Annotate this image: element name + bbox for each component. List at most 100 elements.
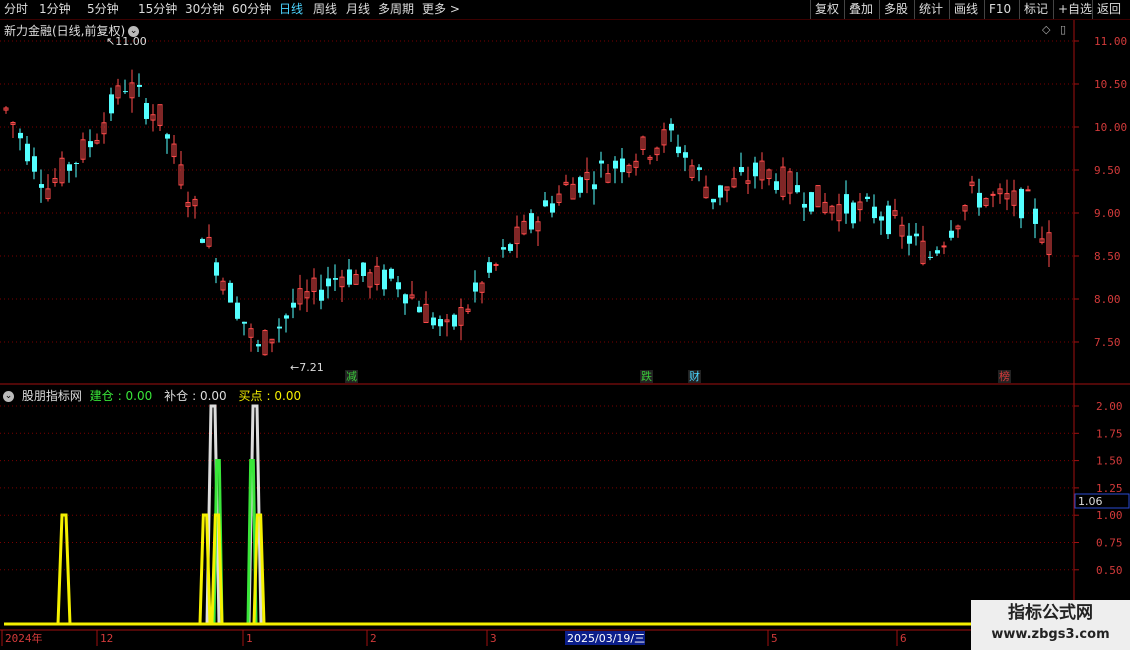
candle-body <box>165 134 170 139</box>
candle-body <box>949 230 954 238</box>
candle-body <box>487 262 492 273</box>
candle-body <box>452 314 457 327</box>
candle-body <box>865 196 870 200</box>
candle-body <box>802 203 807 208</box>
candle-body <box>753 162 758 177</box>
watermark-title: 指标公式网 <box>1008 603 1093 623</box>
indicator-tick-label: 0.50 <box>1096 564 1123 577</box>
candle-body <box>277 326 282 329</box>
candle-body <box>879 216 884 221</box>
candle-body <box>256 344 261 347</box>
candle-body <box>137 84 142 87</box>
candle-body <box>941 245 947 248</box>
candle-body <box>473 282 478 292</box>
price-tick-label: 10.50 <box>1094 78 1127 91</box>
time-tick-label: 3 <box>490 632 497 645</box>
candle-body <box>977 192 982 208</box>
candle-body <box>25 143 30 162</box>
candle-body <box>403 294 408 304</box>
watermark: 指标公式网 www.zbgs3.com <box>971 600 1130 650</box>
candle-body <box>39 184 44 188</box>
candle-body <box>613 160 618 169</box>
event-marker[interactable]: 财 <box>688 370 701 383</box>
indicator-tick-label: 1.00 <box>1096 509 1123 522</box>
candle-body <box>886 205 891 235</box>
price-low-label: ←7.21 <box>290 361 324 374</box>
current-value-label: 1.06 <box>1078 495 1103 508</box>
price-tick-label: 9.00 <box>1094 207 1121 220</box>
time-tick-label: 12 <box>100 632 113 645</box>
candle-body <box>718 185 723 198</box>
price-high-label: ↖11.00 <box>106 35 147 48</box>
watermark-url: www.zbgs3.com <box>991 627 1110 642</box>
candle-body <box>872 206 877 219</box>
candle-body <box>683 152 688 158</box>
candle-body <box>711 198 716 203</box>
candle-body <box>914 233 919 237</box>
time-tick-label: 2024年 <box>5 631 43 645</box>
candle-body <box>1019 188 1024 219</box>
candle-body <box>396 282 401 290</box>
candle-body <box>809 192 814 212</box>
candle-body <box>214 262 219 276</box>
candle-body <box>620 158 625 173</box>
indicator-tick-label: 2.00 <box>1096 400 1123 413</box>
candle-body <box>508 244 513 251</box>
candle-body <box>144 102 149 119</box>
candle-body <box>529 213 534 230</box>
candle-body <box>1025 189 1031 192</box>
candle-body <box>592 184 597 190</box>
price-tick-label: 9.50 <box>1094 164 1121 177</box>
candle-body <box>1033 208 1038 224</box>
price-tick-label: 7.50 <box>1094 336 1121 349</box>
indicator-tick-label: 1.25 <box>1096 482 1123 495</box>
candle-body <box>501 247 506 250</box>
candle-body <box>382 269 387 290</box>
candle-body <box>543 200 548 207</box>
price-tick-label: 11.00 <box>1094 35 1127 48</box>
candle-body <box>291 302 296 308</box>
candle-body <box>32 156 37 172</box>
candle-body <box>431 317 436 326</box>
candle-body <box>599 160 604 164</box>
kline-chart[interactable]: 11.0010.5010.009.509.008.508.007.502.001… <box>0 0 1130 650</box>
candle-body <box>284 315 289 319</box>
candle-body <box>319 289 324 301</box>
candle-body <box>578 177 583 193</box>
candle-body <box>907 235 912 244</box>
price-tick-label: 10.00 <box>1094 121 1127 134</box>
candle-body <box>697 167 702 170</box>
candle-body <box>235 302 240 319</box>
candle-body <box>109 94 114 114</box>
event-marker[interactable]: 减 <box>345 370 358 383</box>
candle-body <box>795 185 800 193</box>
indicator-tick-label: 1.50 <box>1096 455 1123 468</box>
candle-body <box>669 123 674 131</box>
time-tick-label: 1 <box>246 632 253 645</box>
candle-body <box>123 91 128 93</box>
candle-body <box>417 306 422 313</box>
candle-body <box>347 269 352 285</box>
event-marker[interactable]: 跌 <box>640 370 653 383</box>
candle-body <box>928 256 933 258</box>
candle-body <box>550 203 555 213</box>
candle-body <box>333 278 338 280</box>
candle-body <box>844 194 849 214</box>
event-marker[interactable]: 榜 <box>998 370 1011 383</box>
time-tick-label: 5 <box>771 632 778 645</box>
price-tick-label: 8.00 <box>1094 293 1121 306</box>
candle-body <box>228 282 233 303</box>
time-tick-label: 6 <box>900 632 907 645</box>
candle-body <box>361 262 366 276</box>
candle-body <box>739 167 744 173</box>
candle-body <box>676 146 681 154</box>
candle-body <box>67 164 72 171</box>
candle-body <box>935 250 940 254</box>
candle-body <box>88 141 93 148</box>
date-cursor-label: 2025/03/19/三 <box>567 632 645 645</box>
candle-body <box>74 162 79 164</box>
price-tick-label: 8.50 <box>1094 250 1121 263</box>
candle-body <box>200 238 205 243</box>
candle-body <box>242 321 247 324</box>
time-tick-label: 2 <box>370 632 377 645</box>
